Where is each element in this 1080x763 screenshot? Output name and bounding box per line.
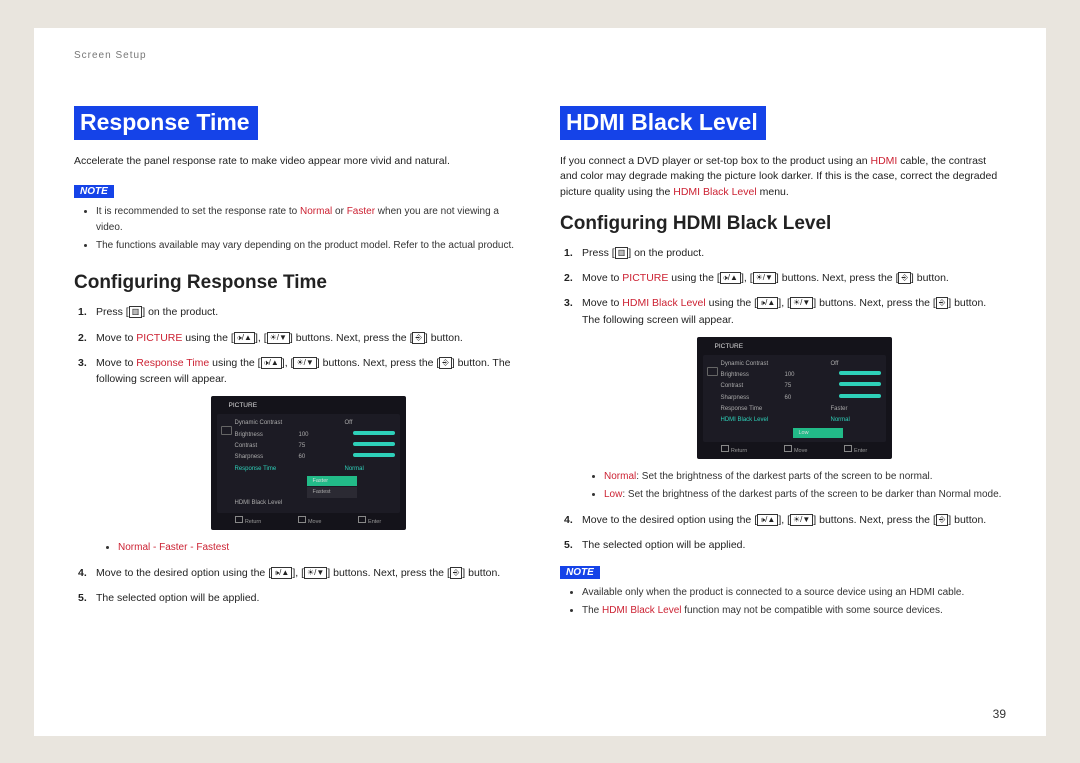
osd-row: Contrast75 — [235, 441, 395, 452]
osd-row: HDMI Black Level — [235, 498, 395, 509]
osd-preview-wrap: PICTURE Dynamic ContrastOffBrightness100… — [74, 396, 520, 529]
options-line: Normal - Faster - Fastest — [74, 540, 520, 556]
osd-row: Brightness100 — [721, 370, 881, 381]
osd-subopt: Faster — [307, 476, 357, 487]
step-5: The selected option will be applied. — [560, 537, 1006, 553]
enter-icon: ⎆ — [936, 297, 948, 309]
osd-row: Sharpness60 — [721, 393, 881, 404]
osd-footer: Return Move Enter — [217, 513, 400, 527]
page-number: 39 — [993, 707, 1006, 721]
note-item: The HDMI Black Level function may not be… — [582, 603, 1006, 619]
osd-subopt: Low — [793, 428, 843, 439]
step-4: Move to the desired option using the [🕩/… — [560, 512, 1006, 528]
osd-row: Brightness100 — [235, 430, 395, 441]
note-list: Available only when the product is conne… — [560, 585, 1006, 619]
steps-list: Press [▥] on the product. Move to PICTUR… — [560, 245, 1006, 553]
enter-icon: ⎆ — [898, 272, 910, 284]
note-item: Available only when the product is conne… — [582, 585, 1006, 601]
steps-list: Press [▥] on the product. Move to PICTUR… — [74, 304, 520, 606]
section-header: Screen Setup — [74, 50, 147, 61]
note-item: The functions available may vary dependi… — [96, 238, 520, 254]
intro-text: Accelerate the panel response rate to ma… — [74, 154, 520, 170]
osd-row: Dynamic ContrastOff — [721, 359, 881, 370]
osd-row: HDMI Black LevelNormal — [721, 415, 881, 426]
osd-row: Contrast75 — [721, 381, 881, 392]
step-3: Move to Response Time using the [🕩/▲], [… — [74, 355, 520, 388]
menu-icon: ▥ — [615, 247, 629, 259]
down-icon: ☀/▼ — [267, 332, 290, 344]
step-3: Move to HDMI Black Level using the [🕩/▲]… — [560, 295, 1006, 328]
note-item: It is recommended to set the response ra… — [96, 204, 520, 236]
osd-subopt: Fastest — [307, 487, 357, 498]
note-badge: NOTE — [560, 566, 600, 579]
osd-footer: Return Move Enter — [703, 442, 886, 456]
down-icon: ☀/▼ — [753, 272, 776, 284]
subheading: Configuring Response Time — [74, 272, 520, 294]
enter-icon: ⎆ — [936, 514, 948, 526]
osd-row: Response TimeNormal — [235, 464, 395, 475]
up-icon: 🕩/▲ — [234, 332, 255, 344]
note-badge: NOTE — [74, 185, 114, 198]
enter-icon: ⎆ — [450, 567, 462, 579]
osd-screenshot: PICTURE Dynamic ContrastOffBrightness100… — [211, 396, 406, 529]
up-icon: 🕩/▲ — [271, 567, 292, 579]
heading-hdmi-black-level: HDMI Black Level — [560, 106, 766, 140]
down-icon: ☀/▼ — [304, 567, 327, 579]
osd-row: Sharpness60 — [235, 452, 395, 463]
heading-response-time: Response Time — [74, 106, 258, 140]
intro-text: If you connect a DVD player or set-top b… — [560, 154, 1006, 201]
step-1: Press [▥] on the product. — [74, 304, 520, 320]
right-column: HDMI Black Level If you connect a DVD pl… — [560, 58, 1006, 716]
down-icon: ☀/▼ — [790, 297, 813, 309]
menu-icon: ▥ — [129, 306, 143, 318]
step-5: The selected option will be applied. — [74, 590, 520, 606]
enter-icon: ⎆ — [412, 332, 424, 344]
step-2: Move to PICTURE using the [🕩/▲], [☀/▼] b… — [74, 330, 520, 346]
osd-preview-wrap: PICTURE Dynamic ContrastOffBrightness100… — [560, 337, 1006, 459]
up-icon: 🕩/▲ — [757, 297, 778, 309]
note-list: It is recommended to set the response ra… — [74, 204, 520, 254]
step-4: Move to the desired option using the [🕩/… — [74, 565, 520, 581]
step-1: Press [▥] on the product. — [560, 245, 1006, 261]
enter-icon: ⎆ — [439, 357, 451, 369]
osd-body: Dynamic ContrastOffBrightness100Contrast… — [217, 414, 400, 513]
down-icon: ☀/▼ — [790, 514, 813, 526]
subheading: Configuring HDMI Black Level — [560, 213, 1006, 235]
osd-screenshot: PICTURE Dynamic ContrastOffBrightness100… — [697, 337, 892, 459]
left-column: Response Time Accelerate the panel respo… — [74, 58, 520, 716]
mid-notes: Normal: Set the brightness of the darkes… — [560, 469, 1006, 503]
up-icon: 🕩/▲ — [261, 357, 282, 369]
down-icon: ☀/▼ — [293, 357, 316, 369]
up-icon: 🕩/▲ — [757, 514, 778, 526]
osd-row: Response TimeFaster — [721, 404, 881, 415]
osd-row: Dynamic ContrastOff — [235, 418, 395, 429]
up-icon: 🕩/▲ — [720, 272, 741, 284]
step-2: Move to PICTURE using the [🕩/▲], [☀/▼] b… — [560, 270, 1006, 286]
manual-page: Screen Setup Response Time Accelerate th… — [34, 28, 1046, 736]
osd-body: Dynamic ContrastOffBrightness100Contrast… — [703, 355, 886, 442]
